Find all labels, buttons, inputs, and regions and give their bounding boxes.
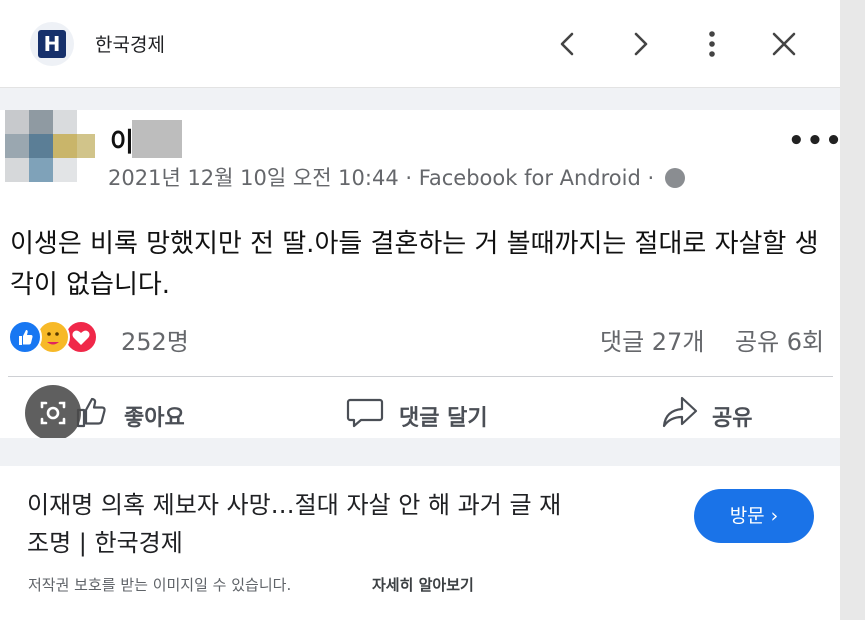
- image-bottom-band: [0, 438, 840, 466]
- more-horizontal-icon: •••: [788, 126, 840, 156]
- poster-avatar-blurred: [5, 110, 95, 182]
- headline-line: 이재명 의혹 제보자 사망…절대 자살 안 해 과거 글 재: [27, 491, 562, 519]
- post-meta: 2021년 12월 10일 오전 10:44 · Facebook for An…: [108, 162, 685, 192]
- like-action-label: 좋아요: [124, 406, 185, 431]
- site-name[interactable]: 한국경제: [95, 30, 165, 57]
- site-logo[interactable]: H: [30, 22, 74, 66]
- like-reaction-icon: [8, 320, 42, 354]
- result-info: 이재명 의혹 제보자 사망…절대 자살 안 해 과거 글 재 조명 | 한국경제…: [0, 466, 840, 620]
- close-icon[interactable]: [766, 26, 802, 62]
- right-edge-scrollbar[interactable]: [840, 0, 865, 620]
- share-action-label: 공유: [712, 406, 753, 431]
- headline-line: 조명 | 한국경제: [27, 529, 183, 557]
- logo-letter: H: [38, 30, 66, 58]
- preview-header: H 한국경제: [0, 0, 865, 88]
- poster-name-blur: [132, 120, 182, 158]
- lens-search-button[interactable]: [25, 385, 81, 441]
- globe-icon: [664, 168, 685, 188]
- reaction-icons: [8, 320, 128, 354]
- poster-name: 이: [110, 128, 134, 158]
- chevron-right-icon[interactable]: [622, 26, 658, 62]
- post-divider: [8, 376, 833, 377]
- preview-image[interactable]: 이 2021년 12월 10일 오전 10:44 · Facebook for …: [0, 88, 840, 466]
- share-arrow-icon: [662, 396, 698, 428]
- post-text-line: 각이 없습니다.: [10, 270, 171, 300]
- image-preview-panel: H 한국경제 이 2021년 12월 10일 오전 10:44 · Facebo…: [0, 0, 865, 620]
- lens-camera-icon: [40, 401, 66, 425]
- post-text-line: 이생은 비록 망했지만 전 딸.아들 결혼하는 거 볼때까지는 절대로 자살할 …: [10, 229, 819, 259]
- image-top-band: [0, 88, 840, 110]
- shares-count: 공유 6회: [735, 328, 825, 356]
- post-meta-text: 2021년 12월 10일 오전 10:44 · Facebook for An…: [108, 166, 655, 190]
- share-action: 공유: [660, 392, 770, 436]
- learn-more-link[interactable]: 자세히 알아보기: [372, 574, 474, 595]
- comments-count: 댓글 27개: [600, 328, 705, 356]
- visit-button[interactable]: 방문 ›: [694, 489, 814, 543]
- like-action: 좋아요: [72, 392, 202, 436]
- post-text: 이생은 비록 망했지만 전 딸.아들 결혼하는 거 볼때까지는 절대로 자살할 …: [10, 224, 840, 306]
- comment-bubble-icon: [346, 398, 384, 428]
- copyright-notice: 저작권 보호를 받는 이미지일 수 있습니다.: [28, 576, 292, 594]
- comment-action-label: 댓글 달기: [399, 406, 488, 431]
- comment-action: 댓글 달기: [345, 392, 505, 436]
- reaction-count: 252명: [121, 328, 189, 356]
- result-headline[interactable]: 이재명 의혹 제보자 사망…절대 자살 안 해 과거 글 재 조명 | 한국경제: [27, 486, 677, 562]
- more-vert-icon[interactable]: [694, 26, 730, 62]
- chevron-left-icon[interactable]: [550, 26, 586, 62]
